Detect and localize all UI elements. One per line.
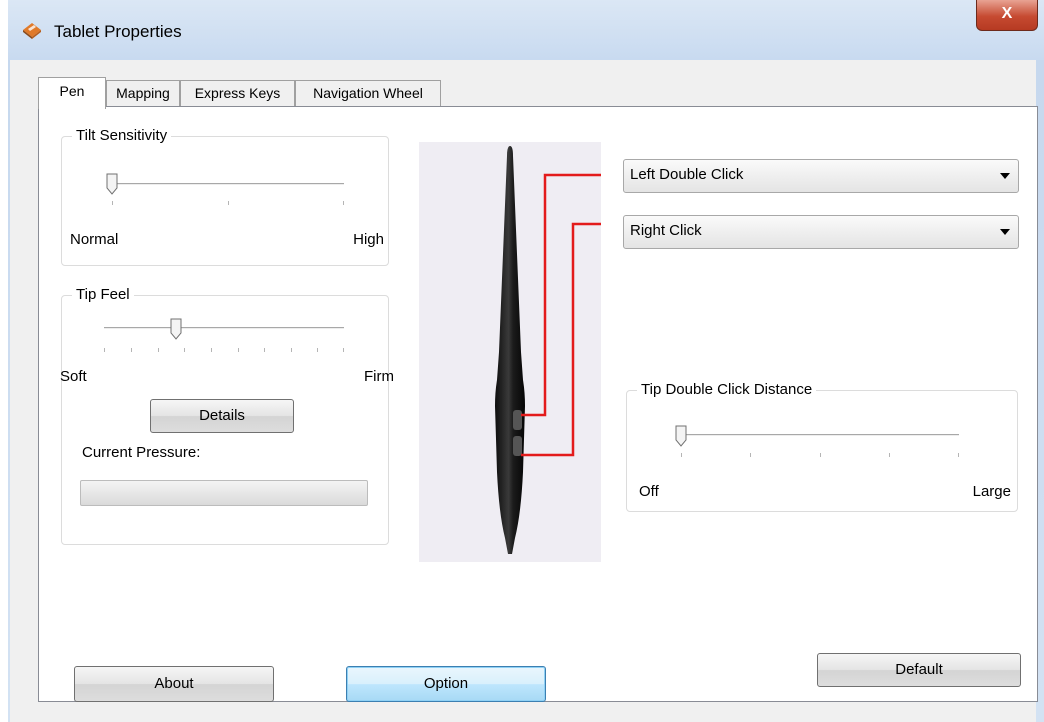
tilt-sensitivity-group: Tilt Sensitivity Normal High: [61, 127, 389, 266]
distance-tick: [681, 453, 682, 457]
tab-pen[interactable]: Pen: [38, 77, 106, 109]
distance-tick: [750, 453, 751, 457]
tab-navigation-wheel[interactable]: Navigation Wheel: [295, 80, 441, 108]
about-button[interactable]: About: [74, 666, 274, 702]
tablet-properties-window: Tablet Properties X Pen Mapping Express …: [8, 0, 1044, 722]
lower-button-function-value: Right Click: [630, 222, 702, 239]
details-button[interactable]: Details: [150, 399, 294, 433]
tilt-max-label: High: [353, 231, 384, 248]
tip-feel-tick: [131, 348, 132, 352]
close-icon: X: [1001, 5, 1013, 22]
distance-slider-track[interactable]: [681, 434, 959, 436]
tilt-sensitivity-legend: Tilt Sensitivity: [72, 127, 172, 144]
window-title: Tablet Properties: [54, 22, 182, 41]
tip-feel-slider-thumb[interactable]: [170, 318, 182, 340]
lower-button-function-select[interactable]: Right Click: [623, 215, 1019, 249]
tip-feel-group: Tip Feel Soft Firm Details Current Press…: [60, 286, 394, 545]
distance-tick: [958, 453, 959, 457]
upper-button-function-select[interactable]: Left Double Click: [623, 159, 1019, 193]
tip-feel-slider-track[interactable]: [104, 327, 344, 329]
tab-express-keys[interactable]: Express Keys: [180, 80, 295, 108]
tab-mapping[interactable]: Mapping: [106, 80, 180, 108]
tilt-slider-track[interactable]: [112, 183, 344, 185]
current-pressure-label: Current Pressure:: [82, 444, 201, 461]
upper-button-leader-line: [521, 173, 601, 417]
dialog-client-area: Pen Mapping Express Keys Navigation Whee…: [10, 60, 1038, 722]
chevron-down-icon: [1000, 173, 1010, 179]
tip-feel-tick: [238, 348, 239, 352]
current-pressure-bar: [80, 480, 368, 506]
tilt-tick: [228, 201, 229, 205]
tip-feel-tick: [317, 348, 318, 352]
distance-slider-thumb[interactable]: [675, 425, 687, 447]
chevron-down-icon: [1000, 229, 1010, 235]
upper-button-function-value: Left Double Click: [630, 166, 744, 183]
tip-feel-tick: [211, 348, 212, 352]
tip-double-click-distance-group: Tip Double Click Distance Off Large: [626, 381, 1018, 512]
window-frame: Pen Mapping Express Keys Navigation Whee…: [8, 60, 1044, 722]
tablet-app-icon: [23, 23, 41, 39]
button-leader-lines: [521, 173, 601, 457]
distance-min-label: Off: [639, 483, 659, 500]
distance-tick: [889, 453, 890, 457]
tip-feel-tick: [343, 348, 344, 352]
option-button[interactable]: Option: [346, 666, 546, 702]
distance-max-label: Large: [972, 483, 1011, 500]
distance-tick: [820, 453, 821, 457]
tip-feel-tick: [264, 348, 265, 352]
tip-feel-tick: [184, 348, 185, 352]
tilt-tick: [343, 201, 344, 205]
default-button[interactable]: Default: [817, 653, 1021, 687]
tip-feel-max-label: Firm: [364, 368, 394, 385]
lower-button-leader-line: [521, 222, 601, 457]
tip-double-click-distance-legend: Tip Double Click Distance: [637, 381, 817, 398]
tip-feel-tick: [291, 348, 292, 352]
tip-feel-legend: Tip Feel: [72, 286, 134, 303]
tip-feel-min-label: Soft: [60, 368, 87, 385]
pen-tab-panel: Tilt Sensitivity Normal High Tip Feel So…: [38, 106, 1038, 702]
tilt-tick: [112, 201, 113, 205]
tilt-slider-thumb[interactable]: [106, 173, 118, 195]
close-button[interactable]: X: [976, 0, 1038, 31]
tip-feel-tick: [104, 348, 105, 352]
tip-feel-tick: [158, 348, 159, 352]
tilt-min-label: Normal: [70, 231, 119, 248]
title-bar[interactable]: Tablet Properties X: [8, 0, 1044, 60]
